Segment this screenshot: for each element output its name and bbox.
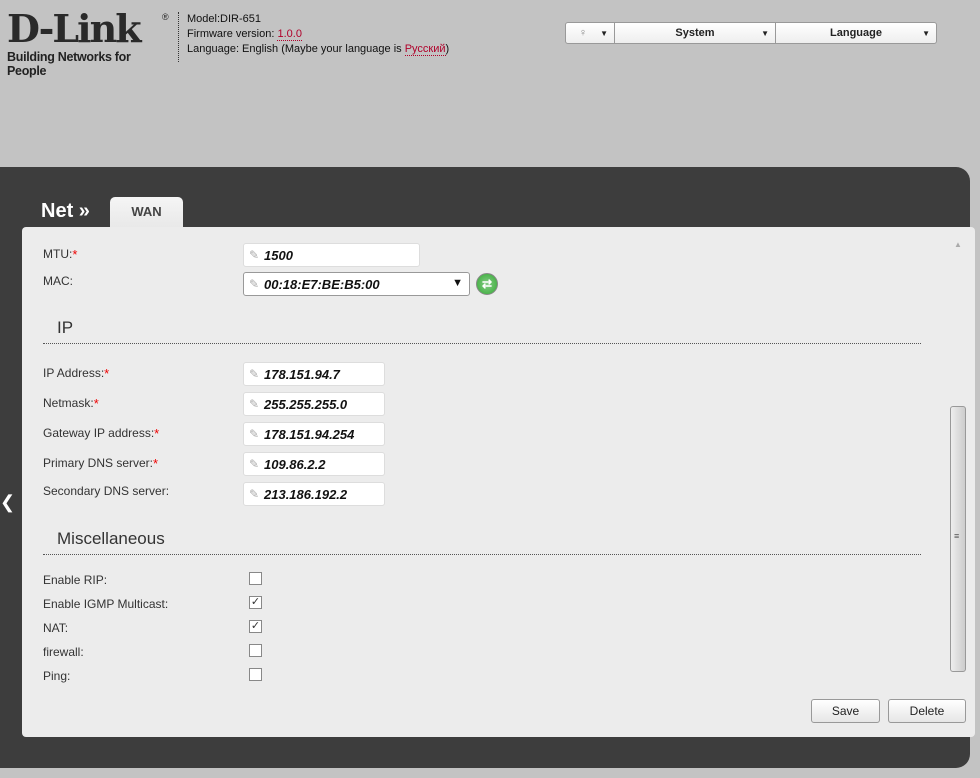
rip-checkbox[interactable] <box>249 572 262 585</box>
delete-button[interactable]: Delete <box>888 699 966 723</box>
firmware-label: Firmware version: <box>187 28 278 40</box>
tab-wan[interactable]: WAN <box>110 197 183 229</box>
mtu-input[interactable]: ✎ 1500 <box>243 243 420 267</box>
collapse-arrow-icon[interactable]: ❮ <box>0 492 15 513</box>
system-menu[interactable]: System ▼ <box>615 23 776 43</box>
clone-mac-button[interactable]: ⇄ <box>476 273 498 295</box>
dlink-logo: D-Link ® Building Networks for People <box>7 6 169 79</box>
ping-label: Ping: <box>43 669 71 683</box>
chevron-down-icon: ▼ <box>922 28 930 38</box>
system-label: System <box>675 27 715 39</box>
chevron-down-icon: ▼ <box>761 28 769 38</box>
lightbulb-icon: ♀ <box>578 27 588 39</box>
pencil-icon: ✎ <box>249 427 260 441</box>
language-menu[interactable]: Language ▼ <box>776 23 936 43</box>
language-close: ) <box>445 43 450 55</box>
page-title[interactable]: Net » <box>41 200 90 223</box>
mac-label: MAC: <box>43 274 73 288</box>
ip-input[interactable]: ✎ 178.151.94.7 <box>243 362 385 386</box>
ping-checkbox[interactable] <box>249 668 262 681</box>
mtu-label: MTU:* <box>43 247 78 262</box>
language-text: Language: English (Maybe your language i… <box>187 43 405 55</box>
netmask-label: Netmask:* <box>43 396 99 411</box>
language-suggest-link[interactable]: Русский <box>404 43 446 56</box>
scroll-up-icon[interactable]: ▲ <box>954 240 962 249</box>
pencil-icon: ✎ <box>249 367 260 381</box>
gateway-label: Gateway IP address:* <box>43 426 160 441</box>
nat-checkbox[interactable]: ✓ <box>249 620 262 633</box>
dns1-input[interactable]: ✎ 109.86.2.2 <box>243 452 385 476</box>
pencil-icon: ✎ <box>249 487 260 501</box>
pencil-icon: ✎ <box>249 277 260 291</box>
firmware-link[interactable]: 1.0.0 <box>277 28 302 41</box>
netmask-input[interactable]: ✎ 255.255.255.0 <box>243 392 385 416</box>
chevron-down-icon: ▼ <box>600 28 608 38</box>
dns2-input[interactable]: ✎ 213.186.192.2 <box>243 482 385 506</box>
top-menu: ♀ ▼ System ▼ Language ▼ <box>565 22 937 44</box>
rip-label: Enable RIP: <box>43 573 108 587</box>
device-info: Model:DIR-651 Firmware version: 1.0.0 La… <box>178 12 449 62</box>
section-misc: Miscellaneous <box>43 529 921 555</box>
ip-label: IP Address:* <box>43 366 110 381</box>
save-button[interactable]: Save <box>811 699 880 723</box>
pencil-icon: ✎ <box>249 397 260 411</box>
mac-select[interactable]: ✎ 00:18:E7:BE:B5:00 ▼ <box>243 272 470 296</box>
section-ip: IP <box>43 318 921 344</box>
firewall-label: firewall: <box>43 645 84 659</box>
scrollbar-thumb[interactable]: ≡ <box>950 406 966 672</box>
model: Model:DIR-651 <box>187 13 261 25</box>
dns2-label: Secondary DNS server: <box>43 484 170 498</box>
pencil-icon: ✎ <box>249 248 260 262</box>
pencil-icon: ✎ <box>249 457 260 471</box>
igmp-checkbox[interactable]: ✓ <box>249 596 262 609</box>
firewall-checkbox[interactable] <box>249 644 262 657</box>
hint-menu[interactable]: ♀ ▼ <box>566 23 615 43</box>
dns1-label: Primary DNS server:* <box>43 456 159 471</box>
igmp-label: Enable IGMP Multicast: <box>43 597 169 611</box>
gateway-input[interactable]: ✎ 178.151.94.254 <box>243 422 385 446</box>
dropdown-arrow-icon: ▼ <box>452 277 463 289</box>
scrollbar[interactable]: ▲ ≡ <box>950 240 966 690</box>
content-area <box>22 227 975 737</box>
nat-label: NAT: <box>43 621 69 635</box>
language-label: Language <box>830 27 882 39</box>
